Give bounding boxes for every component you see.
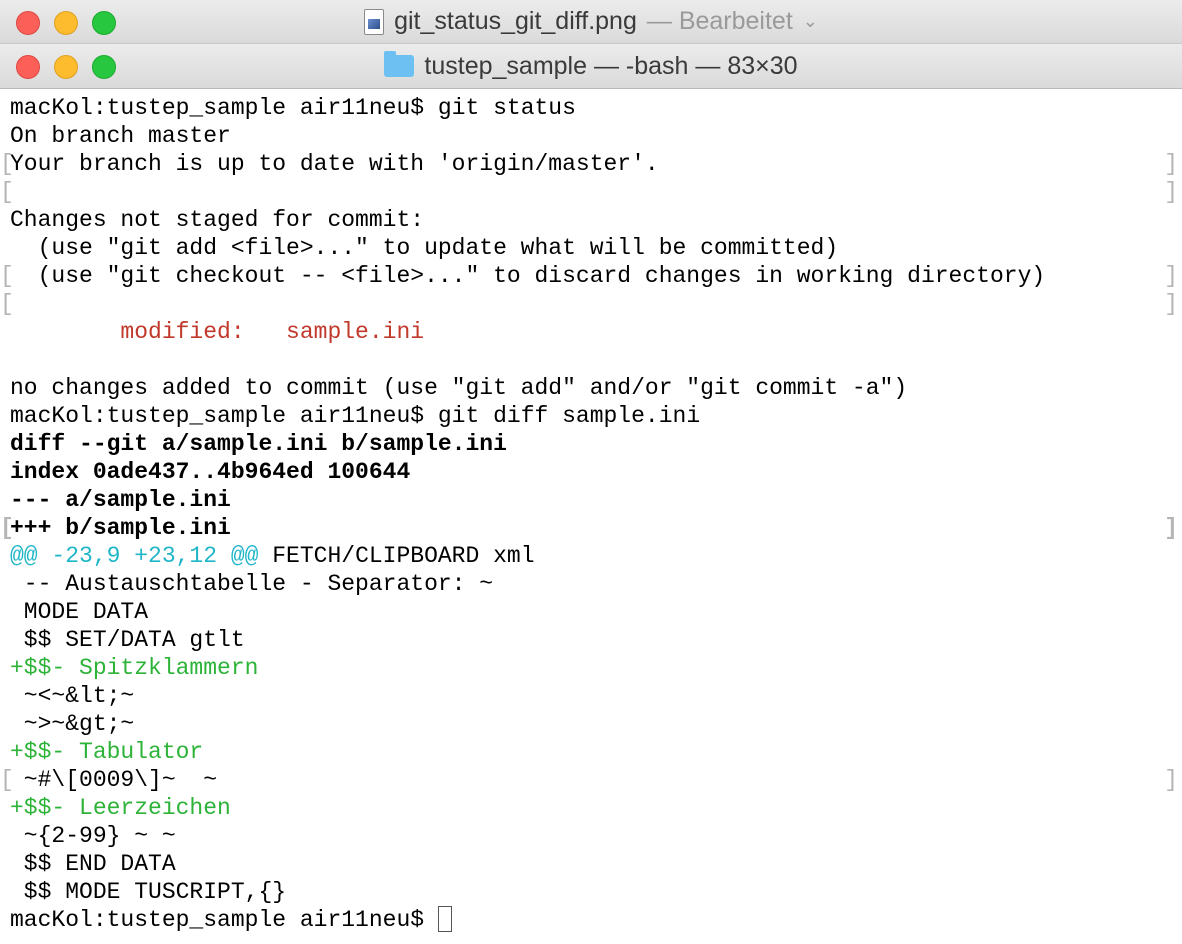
terminal-line: [] [0,178,1182,206]
mark-left: [ [0,767,14,793]
folder-icon [384,51,415,77]
diff-context-line: $$ SET/DATA gtlt [10,627,245,653]
mark-left: [ [0,515,14,541]
diff-context-line: $$ MODE TUSCRIPT,{} [10,879,287,905]
command: git diff sample.ini [437,403,701,429]
outer-window-subtitle: — Bearbeitet [646,7,793,35]
terminal-line: (use "git add <file>..." to update what … [10,235,839,261]
prompt: macKol:tustep_sample air11neu$ [10,907,438,933]
terminal-line: no changes added to commit (use "git add… [10,375,908,401]
mark-left: [ [0,291,14,317]
terminal-output[interactable]: macKol:tustep_sample air11neu$ git statu… [0,94,1182,934]
outer-window-titlebar: git_status_git_diff.png — Bearbeitet ⌄ [0,0,1182,44]
hunk-header-line: @@ -23,9 +23,12 @@ FETCH/CLIPBOARD xml [0,542,1182,570]
diff-context-line: $$ END DATA [10,851,176,877]
mark-left: [ [0,151,14,177]
terminal-window-title: tustep_sample — -bash — 83×30 [424,51,798,80]
diff-context-line: ~{2-99} ~ ~ [10,823,176,849]
diff-header-line: --- a/sample.ini [10,487,231,513]
mark-left: [ [0,179,14,205]
diff-context-line: ~>~&gt;~ [10,711,135,737]
diff-added-line: +$$- Spitzklammern [10,655,259,681]
hunk-range: @@ -23,9 +23,12 @@ [10,543,259,569]
terminal-window-titlebar: tustep_sample — -bash — 83×30 [0,44,1182,89]
outer-window-title: git_status_git_diff.png [394,7,637,35]
diff-header-line: diff --git a/sample.ini b/sample.ini [10,431,507,457]
hunk-context: FETCH/CLIPBOARD xml [258,543,535,569]
prompt: macKol:tustep_sample air11neu$ [10,95,438,121]
mark-right: ] [1164,151,1178,177]
command: git status [437,95,576,121]
diff-context-line: ~<~&lt;~ [10,683,135,709]
text-cursor [437,906,452,932]
mark-right: ] [1164,263,1178,289]
terminal-line: [] [0,290,1182,318]
line-text: Your branch is up to date with 'origin/m… [10,151,659,177]
line-text: (use "git checkout -- <file>..." to disc… [10,263,1046,289]
terminal-line: On branch master [10,123,231,149]
terminal-line: [Your branch is up to date with 'origin/… [0,150,1182,178]
prompt: macKol:tustep_sample air11neu$ [10,403,438,429]
terminal-line: [ (use "git checkout -- <file>..." to di… [0,262,1182,290]
modified-file-line: modified: sample.ini [10,319,425,345]
diff-added-line: +$$- Leerzeichen [10,795,231,821]
line-text: ~#\[0009\]~ ~ [10,767,218,793]
mark-right: ] [1164,767,1178,793]
diff-header-line: [+++ b/sample.ini] [0,514,1182,542]
diff-context-line: -- Austauschtabelle - Separator: ~ [10,571,494,597]
diff-added-line: +$$- Tabulator [10,739,204,765]
chevron-down-icon[interactable]: ⌄ [803,11,818,32]
mark-right: ] [1164,515,1178,541]
terminal-line: macKol:tustep_sample air11neu$ git diff … [0,402,1182,430]
mark-right: ] [1164,291,1178,317]
diff-context-line: [ ~#\[0009\]~ ~] [0,766,1182,794]
terminal-line: macKol:tustep_sample air11neu$ [0,906,1182,934]
diff-context-line: MODE DATA [10,599,149,625]
image-file-icon [364,8,385,35]
mark-left: [ [0,263,14,289]
diff-header-line: index 0ade437..4b964ed 100644 [10,459,411,485]
line-text: +++ b/sample.ini [10,515,231,541]
terminal-line: Changes not staged for commit: [10,207,425,233]
mark-right: ] [1164,179,1178,205]
terminal-line: macKol:tustep_sample air11neu$ git statu… [0,94,1182,122]
